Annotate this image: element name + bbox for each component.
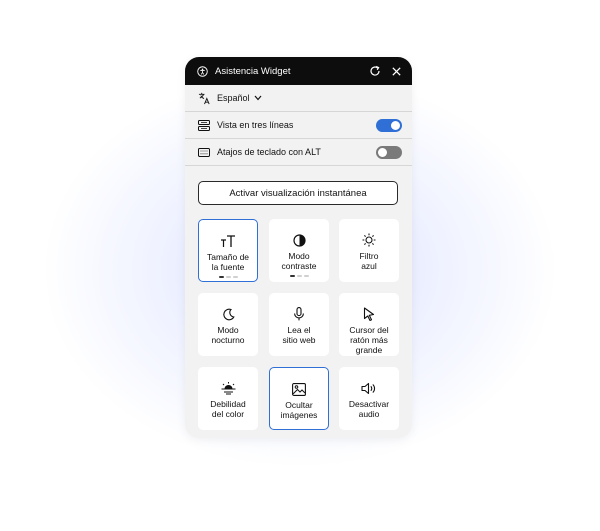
font-size-icon: [220, 234, 236, 248]
language-label: Español: [217, 93, 250, 103]
accessibility-widget: Asistencia Widget Español Vista en tres …: [185, 57, 412, 438]
tile-read-site[interactable]: Lea el sitio web: [269, 293, 329, 356]
tile-font-size[interactable]: Tamaño de la fuente: [198, 219, 258, 282]
sun-icon: [362, 233, 376, 247]
tile-label: Cursor del ratón más grande: [349, 325, 389, 355]
chevron-down-icon: [254, 95, 262, 101]
font-size-level: [218, 276, 238, 278]
three-lines-toggle[interactable]: [376, 118, 402, 132]
tile-label: Desactivar audio: [348, 399, 390, 419]
tile-label: Modo nocturno: [211, 325, 245, 345]
instant-view-button[interactable]: Activar visualización instantánea: [198, 181, 398, 205]
tile-label: Filtro azul: [359, 251, 379, 271]
widget-header: Asistencia Widget: [185, 57, 412, 85]
accessibility-icon: [197, 65, 208, 77]
tile-hide-images[interactable]: Ocultar imágenes: [269, 367, 329, 430]
tile-color-weakness[interactable]: Debilidad del color: [198, 367, 258, 430]
option-label: Vista en tres líneas: [217, 120, 294, 130]
close-icon[interactable]: [391, 66, 402, 77]
tile-label: Ocultar imágenes: [280, 400, 318, 420]
widget-title: Asistencia Widget: [215, 65, 291, 77]
tile-label: Lea el sitio web: [282, 325, 316, 345]
translate-icon: [198, 92, 211, 105]
option-three-lines: Vista en tres líneas: [185, 112, 412, 139]
tile-contrast[interactable]: Modo contraste: [269, 219, 329, 282]
tile-label: Modo contraste: [281, 251, 317, 271]
tile-mute-audio[interactable]: Desactivar audio: [339, 367, 399, 430]
language-selector[interactable]: Español: [185, 85, 412, 112]
option-keyboard-shortcuts: Atajos de teclado con ALT: [185, 139, 412, 166]
speaker-icon: [361, 381, 377, 395]
tile-big-cursor[interactable]: Cursor del ratón más grande: [339, 293, 399, 356]
option-label: Atajos de teclado con ALT: [217, 147, 321, 157]
moon-icon: [222, 307, 235, 321]
image-icon: [292, 382, 306, 396]
refresh-icon[interactable]: [369, 65, 381, 77]
tile-blue-filter[interactable]: Filtro azul: [339, 219, 399, 282]
contrast-level: [289, 275, 309, 277]
tile-label: Debilidad del color: [210, 399, 246, 419]
contrast-icon: [292, 233, 306, 247]
keyboard-shortcuts-toggle[interactable]: [376, 145, 402, 159]
color-weakness-icon: [221, 381, 236, 395]
cursor-icon: [363, 307, 375, 321]
tile-label: Tamaño de la fuente: [206, 252, 250, 272]
microphone-icon: [293, 307, 305, 321]
tile-night-mode[interactable]: Modo nocturno: [198, 293, 258, 356]
three-lines-icon: [198, 119, 210, 131]
keyboard-icon: [198, 147, 210, 157]
